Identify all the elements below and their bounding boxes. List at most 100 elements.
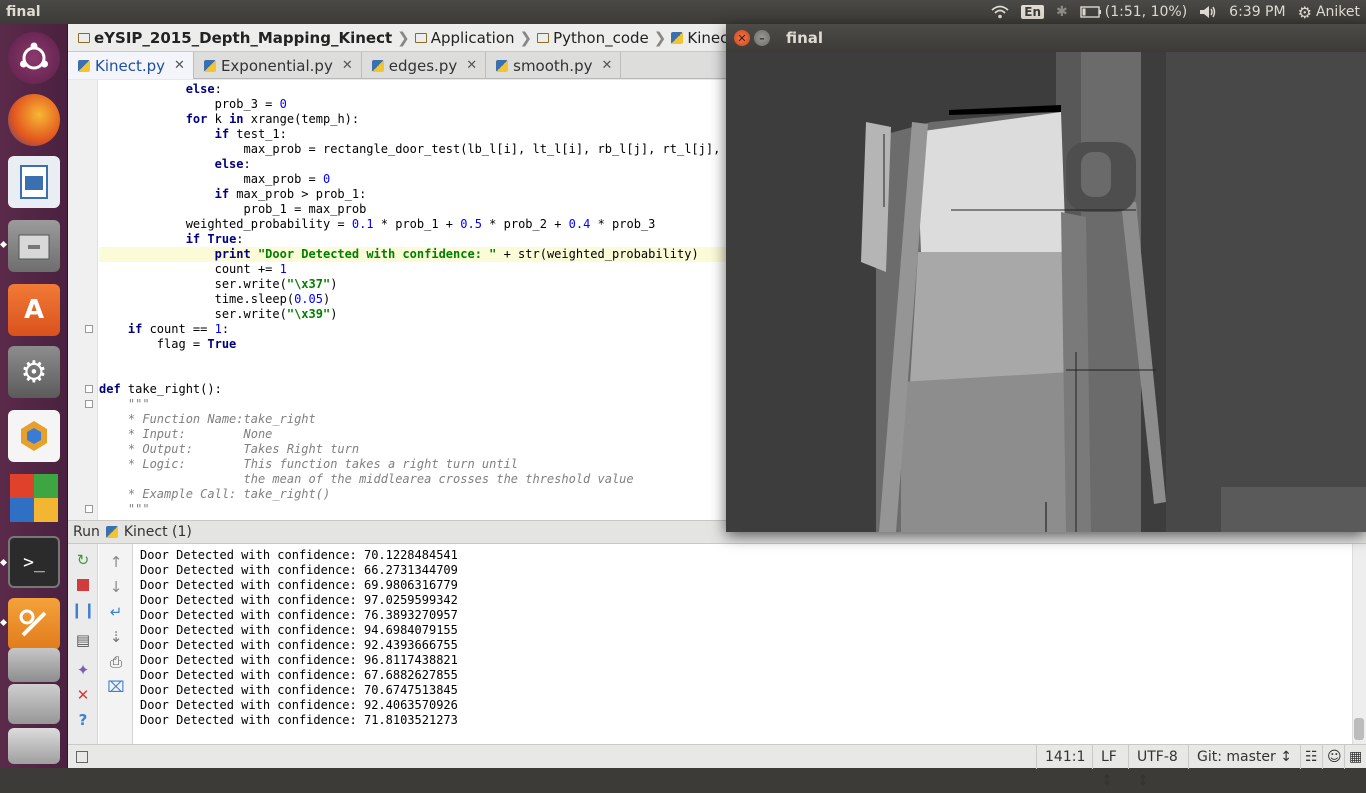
firefox-icon[interactable] bbox=[8, 94, 60, 146]
console-line: Door Detected with confidence: 94.698407… bbox=[140, 623, 458, 637]
scroll-down-icon[interactable]: ↓ bbox=[106, 577, 126, 597]
workspace-switcher-icon[interactable] bbox=[8, 648, 60, 682]
python-file-icon bbox=[671, 31, 684, 44]
line-separator[interactable]: LF ↕ bbox=[1092, 745, 1128, 789]
breadcrumb-label: Application bbox=[430, 28, 515, 47]
console-output[interactable]: Door Detected with confidence: 70.122848… bbox=[140, 548, 458, 728]
depth-image bbox=[726, 52, 1366, 532]
image-window-titlebar[interactable]: ✕ – final bbox=[726, 24, 1366, 52]
minimize-window-button[interactable]: – bbox=[754, 30, 770, 46]
fold-marker-icon[interactable] bbox=[85, 505, 93, 513]
tab-label: Exponential.py bbox=[220, 56, 333, 75]
graphics-app-icon[interactable] bbox=[8, 410, 60, 462]
run-label: Run bbox=[73, 524, 100, 540]
battery-indicator[interactable]: (1:51, 10%) bbox=[1080, 4, 1187, 20]
console-line: Door Detected with confidence: 67.688262… bbox=[140, 668, 458, 682]
tab-smooth-py[interactable]: smooth.py ✕ bbox=[486, 52, 622, 79]
stop-icon[interactable] bbox=[73, 575, 93, 595]
breadcrumb-label: Python_code bbox=[553, 28, 649, 47]
fold-marker-icon[interactable] bbox=[85, 385, 93, 393]
help-icon[interactable]: ? bbox=[73, 710, 93, 730]
console-toolbar: ↑ ↓ ↵ ⇣ ⎙ ⌧ bbox=[99, 544, 133, 744]
vcs-branch[interactable]: Git: master ↕ bbox=[1188, 745, 1300, 769]
inspector-icon[interactable]: ☺ bbox=[1322, 745, 1344, 769]
keyboard-layout-indicator[interactable]: En bbox=[1021, 5, 1045, 19]
close-icon[interactable]: ✕ bbox=[466, 58, 477, 73]
tab-exponential-py[interactable]: Exponential.py ✕ bbox=[194, 52, 362, 79]
console-scrollbar[interactable] bbox=[1352, 544, 1366, 744]
session-menu[interactable]: ⚙ Aniket bbox=[1298, 3, 1360, 22]
active-app-title: final bbox=[6, 4, 41, 20]
console-line: Door Detected with confidence: 76.389327… bbox=[140, 608, 458, 622]
close-icon[interactable]: ✕ bbox=[174, 58, 185, 73]
console-line: Door Detected with confidence: 70.122848… bbox=[140, 548, 458, 562]
rerun-icon[interactable]: ↻ bbox=[73, 550, 93, 570]
volume-icon[interactable] bbox=[1199, 5, 1217, 19]
close-window-button[interactable]: ✕ bbox=[734, 30, 750, 46]
breadcrumb-separator: ❯ bbox=[397, 28, 410, 47]
user-name: Aniket bbox=[1315, 4, 1360, 20]
status-bar: 141:1 LF ↕ UTF-8 ↕ Git: master ↕ ☷ ☺ ▦ bbox=[68, 744, 1366, 789]
files-icon[interactable] bbox=[8, 220, 60, 272]
scroll-up-icon[interactable]: ↑ bbox=[106, 552, 126, 572]
tab-edges-py[interactable]: edges.py ✕ bbox=[362, 52, 487, 79]
clock[interactable]: 6:39 PM bbox=[1229, 4, 1285, 20]
run-config-tab[interactable]: Kinect (1) bbox=[124, 524, 192, 540]
breadcrumb-separator: ❯ bbox=[519, 28, 533, 47]
running-indicator bbox=[0, 618, 8, 627]
battery-icon bbox=[1080, 6, 1101, 18]
tab-kinect-py[interactable]: Kinect.py ✕ bbox=[68, 52, 194, 79]
breadcrumb-separator: ❯ bbox=[653, 28, 667, 47]
clear-all-icon[interactable]: ⌧ bbox=[106, 677, 126, 697]
event-log-icon[interactable]: ▦ bbox=[1344, 745, 1366, 769]
fold-marker-icon[interactable] bbox=[85, 400, 93, 408]
toggle-tool-windows-icon[interactable] bbox=[76, 751, 88, 763]
layout-icon[interactable]: ▤ bbox=[73, 630, 93, 650]
close-icon[interactable]: ✕ bbox=[601, 58, 612, 73]
python-file-icon bbox=[78, 59, 90, 72]
bluetooth-icon[interactable]: ✱ bbox=[1056, 4, 1068, 20]
console-line: Door Detected with confidence: 66.273134… bbox=[140, 563, 458, 577]
scroll-to-end-icon[interactable]: ⇣ bbox=[106, 627, 126, 647]
stacked-windows-icon[interactable] bbox=[8, 684, 60, 724]
console-line: Door Detected with confidence: 96.811743… bbox=[140, 653, 458, 667]
running-indicator bbox=[0, 558, 8, 567]
caret-position[interactable]: 141:1 bbox=[1036, 745, 1092, 769]
lock-icon[interactable]: ☷ bbox=[1300, 745, 1322, 769]
print-icon[interactable]: ⎙ bbox=[106, 652, 126, 672]
folder-icon bbox=[414, 32, 427, 43]
trash-icon[interactable] bbox=[8, 728, 60, 764]
battery-text: (1:51, 10%) bbox=[1104, 4, 1188, 20]
libreoffice-impress-icon[interactable] bbox=[8, 156, 60, 208]
wifi-icon[interactable] bbox=[991, 5, 1009, 19]
folder-icon bbox=[78, 32, 90, 43]
python-file-icon bbox=[105, 526, 118, 538]
fold-marker-icon[interactable] bbox=[85, 325, 93, 333]
scrollbar-thumb[interactable] bbox=[1354, 718, 1364, 740]
breadcrumb-folder-application[interactable]: Application bbox=[414, 28, 515, 47]
breadcrumb-project[interactable]: eYSIP_2015_Depth_Mapping_Kinect bbox=[78, 29, 392, 47]
pause-icon[interactable]: ❙❙ bbox=[70, 600, 95, 620]
pin-icon[interactable]: ✦ bbox=[73, 660, 93, 680]
ubuntu-dash-icon[interactable] bbox=[8, 32, 60, 84]
gear-icon: ⚙ bbox=[1297, 2, 1312, 22]
console-line: Door Detected with confidence: 69.980631… bbox=[140, 578, 458, 592]
run-console: ↻ ❙❙ ▤ ✦ ✕ ? ↑ ↓ ↵ ⇣ ⎙ ⌧ Door Detected w… bbox=[68, 544, 1366, 744]
ide-app-icon[interactable] bbox=[8, 598, 60, 650]
terminal-icon[interactable]: >_ bbox=[8, 536, 60, 588]
launcher: A ⚙ >_ bbox=[0, 24, 68, 768]
console-line: Door Detected with confidence: 97.025959… bbox=[140, 593, 458, 607]
console-line: Door Detected with confidence: 70.674751… bbox=[140, 683, 458, 697]
file-encoding[interactable]: UTF-8 ↕ bbox=[1128, 745, 1188, 789]
running-indicator bbox=[0, 240, 8, 249]
close-icon[interactable]: ✕ bbox=[342, 58, 353, 73]
app-grid-icon[interactable] bbox=[8, 472, 60, 524]
breadcrumb-folder-python-code[interactable]: Python_code bbox=[537, 29, 649, 47]
editor-gutter[interactable] bbox=[68, 80, 98, 520]
system-settings-icon[interactable]: ⚙ bbox=[8, 346, 60, 398]
console-line: Door Detected with confidence: 71.810352… bbox=[140, 713, 458, 727]
console-line: Door Detected with confidence: 92.406357… bbox=[140, 698, 458, 712]
software-center-icon[interactable]: A bbox=[8, 284, 60, 336]
soft-wrap-icon[interactable]: ↵ bbox=[106, 602, 126, 622]
close-icon[interactable]: ✕ bbox=[73, 685, 93, 705]
